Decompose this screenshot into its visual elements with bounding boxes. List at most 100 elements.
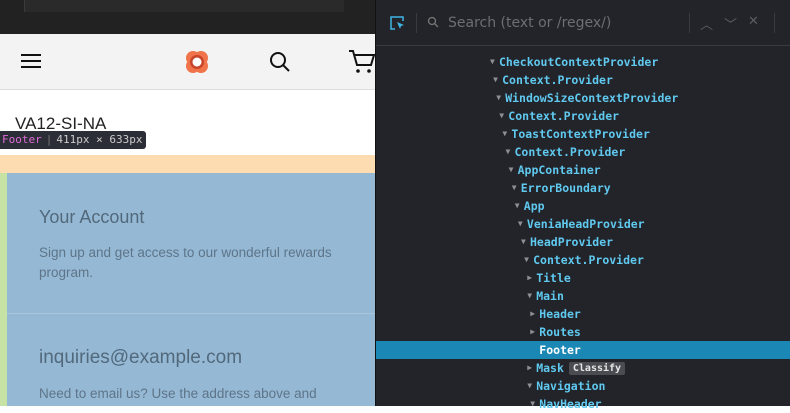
menu-icon[interactable] [21,54,41,68]
tree-node-label: HeadProvider [530,233,613,251]
divider [7,313,375,314]
tooltip-component: Footer [2,133,42,146]
tree-node[interactable]: ▼ NavHeader [376,395,790,413]
tree-node-label: ErrorBoundary [521,179,611,197]
tree-node[interactable]: ▼ Context.Provider [376,143,790,161]
react-devtools-panel: ︿ ﹀ ✕ ▼CheckoutContextProvider▼Context.P… [375,0,790,411]
expanded-arrow-icon[interactable]: ▼ [515,197,520,215]
tree-node-label: Context.Provider [515,143,626,161]
devtools-toolbar: ︿ ﹀ ✕ [376,0,790,46]
tree-node[interactable]: ▼ Navigation [376,377,790,395]
tree-node-label: AppContainer [518,161,601,179]
expanded-arrow-icon[interactable]: ▼ [496,89,501,107]
browser-toolbar [0,0,375,34]
tree-node[interactable]: ▼ Context.Provider [376,107,790,125]
expanded-arrow-icon[interactable]: ▼ [490,53,495,71]
node-name: Footer [539,343,581,357]
margin-highlight [0,155,375,173]
node-name: App [523,199,545,213]
expanded-arrow-icon[interactable]: ▼ [506,143,511,161]
node-name: Routes [539,325,581,339]
previous-result-button[interactable]: ︿ [700,14,713,33]
tree-node[interactable]: ▼ App [376,197,790,215]
search-icon [427,16,439,28]
expanded-arrow-icon[interactable]: ▼ [499,107,504,125]
component-tree: ▼ CheckoutContextProvider ▼ Context.Provide… [376,53,790,413]
tree-node[interactable]: ▶ Header [376,305,790,323]
node-name: WindowSizeContextProvider [505,91,679,105]
expanded-arrow-icon[interactable]: ▼ [527,287,532,305]
tree-node-label: Header [539,305,581,323]
expanded-arrow-icon[interactable]: ▼ [530,395,535,413]
hoc-badge: Classify [568,362,626,375]
expanded-arrow-icon[interactable]: ▼ [521,233,526,251]
collapsed-arrow-icon[interactable]: ▶ [530,305,535,323]
next-result-button[interactable]: ﹀ [724,14,737,33]
node-name: CheckoutContextProvider [499,55,659,69]
node-name: VeniaHeadProvider [526,217,645,231]
node-name: AppContainer [517,163,601,177]
tree-node-label: NavHeader [539,395,601,413]
node-name: Mask [536,361,564,375]
node-name: Title [536,271,571,285]
element-picker-icon[interactable] [389,15,405,31]
clear-search-button[interactable]: ✕ [748,14,759,29]
tree-node-label: CheckoutContextProvider [499,53,658,71]
email-text: Need to email us? Use the address above … [39,386,317,401]
expanded-arrow-icon[interactable]: ▼ [527,377,532,395]
collapsed-arrow-icon[interactable]: ▶ [527,269,532,287]
email-link[interactable]: inquiries@example.com [39,347,242,369]
expanded-arrow-icon[interactable]: ▼ [509,161,514,179]
tree-node-label: Main [536,287,564,305]
tree-node[interactable]: ▼ ErrorBoundary [376,179,790,197]
tree-node-label: Routes [539,323,581,341]
node-name: Context.Provider [533,253,644,267]
expanded-arrow-icon[interactable]: ▼ [518,215,523,233]
tree-node[interactable]: ▼ ToastContextProvider [376,125,790,143]
logo-icon[interactable] [185,50,209,74]
expanded-arrow-icon[interactable]: ▼ [493,71,498,89]
tree-node[interactable]: ▼ CheckoutContextProvider [376,53,790,71]
tree-node[interactable]: ▼ Context.Provider [376,71,790,89]
node-name: Header [539,307,581,321]
inspector-tooltip: Footer | 411px × 633px [0,131,147,149]
tree-node[interactable]: ▶ Mask Classify [376,359,790,377]
page-viewport: VA12-SI-NA Footer | 411px × 633px Your Acc… [0,0,375,406]
search-input[interactable] [448,14,678,32]
padding-highlight [0,173,7,406]
tree-node[interactable]: ▶ Routes [376,323,790,341]
tree-node[interactable]: ▼ HeadProvider [376,233,790,251]
tree-node[interactable]: ▼ Context.Provider [376,251,790,269]
tree-node-label: Mask Classify [536,359,626,377]
cart-icon[interactable] [348,48,375,76]
tree-node-label: VeniaHeadProvider [527,215,645,233]
collapsed-arrow-icon[interactable]: ▶ [530,323,535,341]
footer: Your Account Sign up and get access to o… [7,173,375,406]
tree-node-label: Footer [539,341,581,359]
toolbar-segment [24,0,344,12]
node-name: ToastContextProvider [511,127,650,141]
node-name: Context.Provider [514,145,626,159]
collapsed-arrow-icon[interactable]: ▶ [527,359,532,377]
account-text: Sign up and get access to our wonderful … [39,245,332,280]
expanded-arrow-icon[interactable]: ▼ [512,179,517,197]
tree-node-label: Title [536,269,571,287]
tree-node[interactable]: ▼ VeniaHeadProvider [376,215,790,233]
tree-node-label: Context.Provider [502,71,613,89]
tree-node[interactable]: ▶ Title [376,269,790,287]
expanded-arrow-icon[interactable]: ▼ [502,125,507,143]
tree-node-label: Context.Provider [533,251,644,269]
node-name: Navigation [536,379,606,393]
tree-node-label: Context.Provider [508,107,619,125]
tree-node[interactable]: ▼ Main [376,287,790,305]
node-name: NavHeader [539,397,602,411]
tree-node[interactable]: Footer [376,341,790,359]
search-icon[interactable] [268,50,292,74]
expanded-arrow-icon[interactable]: ▼ [524,251,529,269]
tree-node[interactable]: ▼ WindowSizeContextProvider [376,89,790,107]
site-header [0,34,375,90]
tree-node[interactable]: ▼ AppContainer [376,161,790,179]
account-heading: Your Account [39,207,145,227]
node-name: HeadProvider [530,235,614,249]
tree-node-label: WindowSizeContextProvider [505,89,678,107]
